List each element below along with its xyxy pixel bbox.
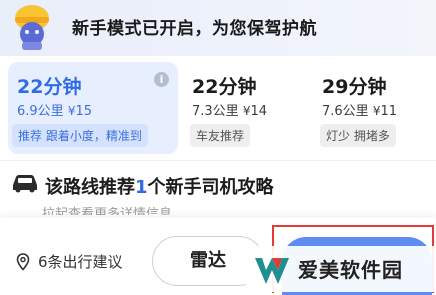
route-fee: 15 (75, 104, 93, 119)
route-option-3[interactable]: 29分钟 7.6公里 ¥11 灯少 拥堵多 (320, 62, 432, 154)
guide-title-prefix: 该路线推荐 (45, 177, 135, 198)
travel-suggestions-link[interactable]: 6条出行建议 (38, 251, 123, 272)
guide-title-suffix: 个新手司机攻略 (147, 177, 274, 198)
route-time: 22分钟 (17, 76, 82, 98)
route-fee: 11 (380, 104, 398, 119)
route-fee: 14 (250, 104, 268, 119)
route-time: 22分钟 (192, 76, 257, 98)
watermark-text: 爱美软件园 (298, 258, 403, 282)
route-tag: 推荐 跟着小度，精准到 (12, 124, 148, 147)
route-distance: 6.9公里 (17, 104, 64, 119)
guide-count: 1 (135, 177, 148, 198)
route-option-2[interactable]: 22分钟 7.3公里 ¥14 车友推荐 (190, 62, 302, 154)
guide-subtitle: 拉起查看更多详情信息 (42, 207, 173, 215)
banner-text: 新手模式已开启，为您保驾护航 (72, 19, 317, 39)
helmet-mascot-icon (15, 5, 49, 50)
car-guide-icon (13, 175, 37, 193)
route-option-1[interactable]: 22分钟 i 6.9公里 ¥15 推荐 跟着小度，精准到 (8, 62, 178, 154)
route-distance: 7.3公里 (192, 104, 239, 119)
route-time: 29分钟 (322, 76, 387, 98)
route-tag: 车友推荐 (190, 124, 251, 147)
watermark-logo-icon (255, 258, 289, 284)
route-distance-fee: 7.6公里 ¥11 (322, 100, 397, 119)
location-pin-icon (16, 253, 30, 271)
divider (0, 160, 436, 161)
route-distance: 7.6公里 (322, 104, 369, 119)
guide-title[interactable]: 该路线推荐1个新手司机攻略 (45, 173, 274, 199)
info-icon[interactable]: i (154, 72, 169, 87)
route-distance-fee: 7.3公里 ¥14 (192, 100, 267, 119)
route-tag: 灯少 拥堵多 (320, 124, 396, 147)
route-distance-fee: 6.9公里 ¥15 (17, 100, 92, 119)
